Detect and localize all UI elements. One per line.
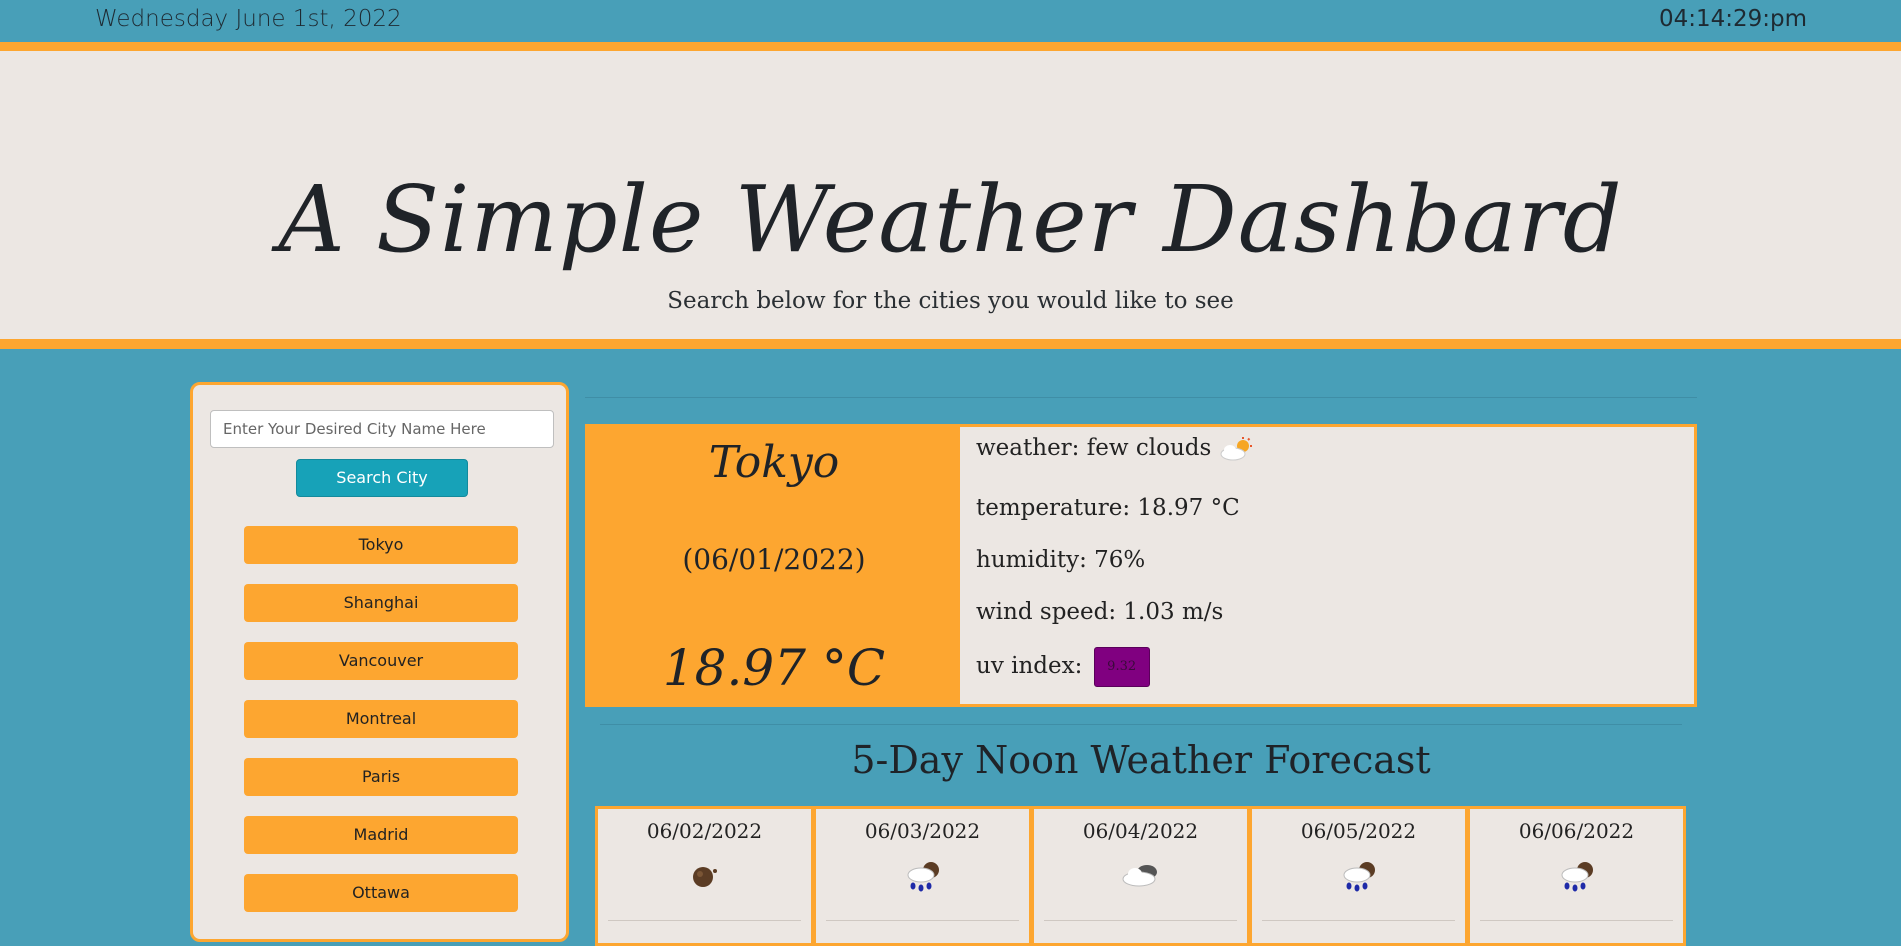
saved-city-list: Tokyo Shanghai Vancouver Montreal Paris … [244,526,518,932]
rain-icon [1252,859,1465,893]
weather-description: weather: few clouds [976,435,1212,461]
city-button-paris[interactable]: Paris [244,758,518,796]
search-city-button[interactable]: Search City [296,459,468,497]
temperature-detail: temperature: 18.97 °C [976,495,1240,521]
uv-index-badge: 9.32 [1093,647,1150,687]
forecast-card: 06/02/2022 [595,806,814,946]
forecast-card: 06/04/2022 [1031,806,1250,946]
current-summary: Tokyo (06/01/2022) 18.97 °C [588,427,960,704]
current-temperature-large: 18.97 °C [662,639,886,697]
forecast-card: 06/06/2022 [1467,806,1686,946]
forecast-date: 06/06/2022 [1518,819,1635,843]
divider [585,397,1697,398]
page-title: A Simple Weather Dashbard [278,166,1623,273]
uv-index-label: uv index: [976,653,1083,679]
wind-speed-detail: wind speed: 1.03 m/s [976,599,1224,625]
top-bar: Wednesday June 1st, 2022 04:14:29:pm [0,0,1901,51]
forecast-card: 06/03/2022 [813,806,1032,946]
humidity-detail: humidity: 76% [976,547,1146,573]
divider [1262,920,1455,921]
current-date: Wednesday June 1st, 2022 [95,6,402,32]
uv-index-row: uv index: 9.32 [976,647,1150,687]
city-button-montreal[interactable]: Montreal [244,700,518,738]
cloud-icon [1034,859,1247,893]
city-button-ottawa[interactable]: Ottawa [244,874,518,912]
forecast-date: 06/03/2022 [864,819,981,843]
search-sidebar: Enter Your Desired City Name Here Search… [190,382,569,942]
current-weather-panel: Tokyo (06/01/2022) 18.97 °C weather: few… [585,424,1697,707]
divider [1480,920,1673,921]
forecast-card: 06/05/2022 [1249,806,1468,946]
forecast-title: 5-Day Noon Weather Forecast [851,738,1431,782]
city-button-vancouver[interactable]: Vancouver [244,642,518,680]
city-button-madrid[interactable]: Madrid [244,816,518,854]
current-city-name: Tokyo [708,437,840,488]
few-clouds-icon [1219,437,1253,461]
moon-dark-icon [598,859,811,893]
forecast-date: 06/02/2022 [646,819,763,843]
divider [600,724,1682,725]
current-weather-date: (06/01/2022) [682,543,866,576]
header: A Simple Weather Dashbard Search below f… [0,51,1901,349]
forecast-date: 06/05/2022 [1300,819,1417,843]
weather-description-row: weather: few clouds [976,435,1253,461]
divider [1044,920,1237,921]
page-subtitle: Search below for the cities you would li… [667,288,1234,314]
current-time: 04:14:29:pm [1658,6,1807,32]
divider [608,920,801,921]
city-search-input[interactable]: Enter Your Desired City Name Here [210,410,554,448]
city-button-shanghai[interactable]: Shanghai [244,584,518,622]
city-button-tokyo[interactable]: Tokyo [244,526,518,564]
forecast-date: 06/04/2022 [1082,819,1199,843]
rain-icon [1470,859,1683,893]
rain-icon [816,859,1029,893]
divider [826,920,1019,921]
